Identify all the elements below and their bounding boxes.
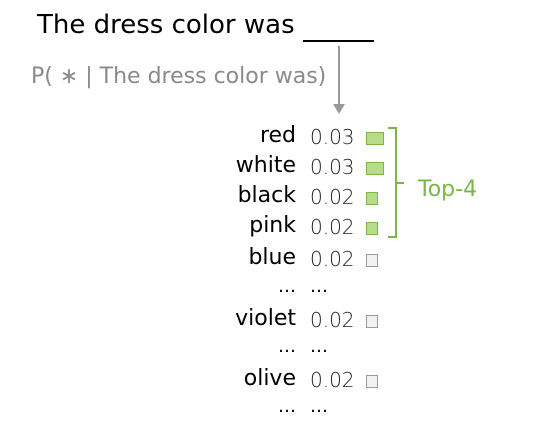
token-probability: … — [310, 396, 328, 417]
probability-bar — [366, 132, 384, 145]
token-word: … — [278, 336, 296, 357]
probability-bar — [366, 162, 384, 175]
probability-bar — [366, 375, 378, 388]
token-word: red — [259, 123, 296, 148]
token-probability: 0.02 — [310, 368, 355, 392]
token-word: olive — [243, 366, 296, 391]
token-probability: 0.02 — [310, 247, 355, 271]
token-word: pink — [249, 213, 296, 238]
token-word: black — [237, 183, 296, 208]
token-word: blue — [248, 245, 296, 270]
token-word: … — [278, 396, 296, 417]
probability-bar — [366, 192, 378, 205]
token-word: … — [278, 276, 296, 297]
token-probability: … — [310, 336, 328, 357]
token-word: violet — [235, 306, 296, 331]
probability-bar — [366, 222, 378, 235]
probability-bar — [366, 254, 378, 267]
token-probability: 0.02 — [310, 215, 355, 239]
probability-bar — [366, 315, 378, 328]
top-k-label: Top-4 — [418, 177, 478, 202]
token-word: white — [235, 153, 296, 178]
token-probability: 0.03 — [310, 125, 355, 149]
arrow-head-icon — [333, 104, 345, 114]
token-probability: 0.02 — [310, 185, 355, 209]
token-probability: … — [310, 276, 328, 297]
top-k-bracket — [388, 127, 397, 238]
token-probability: 0.02 — [310, 308, 355, 332]
token-probability: 0.03 — [310, 155, 355, 179]
